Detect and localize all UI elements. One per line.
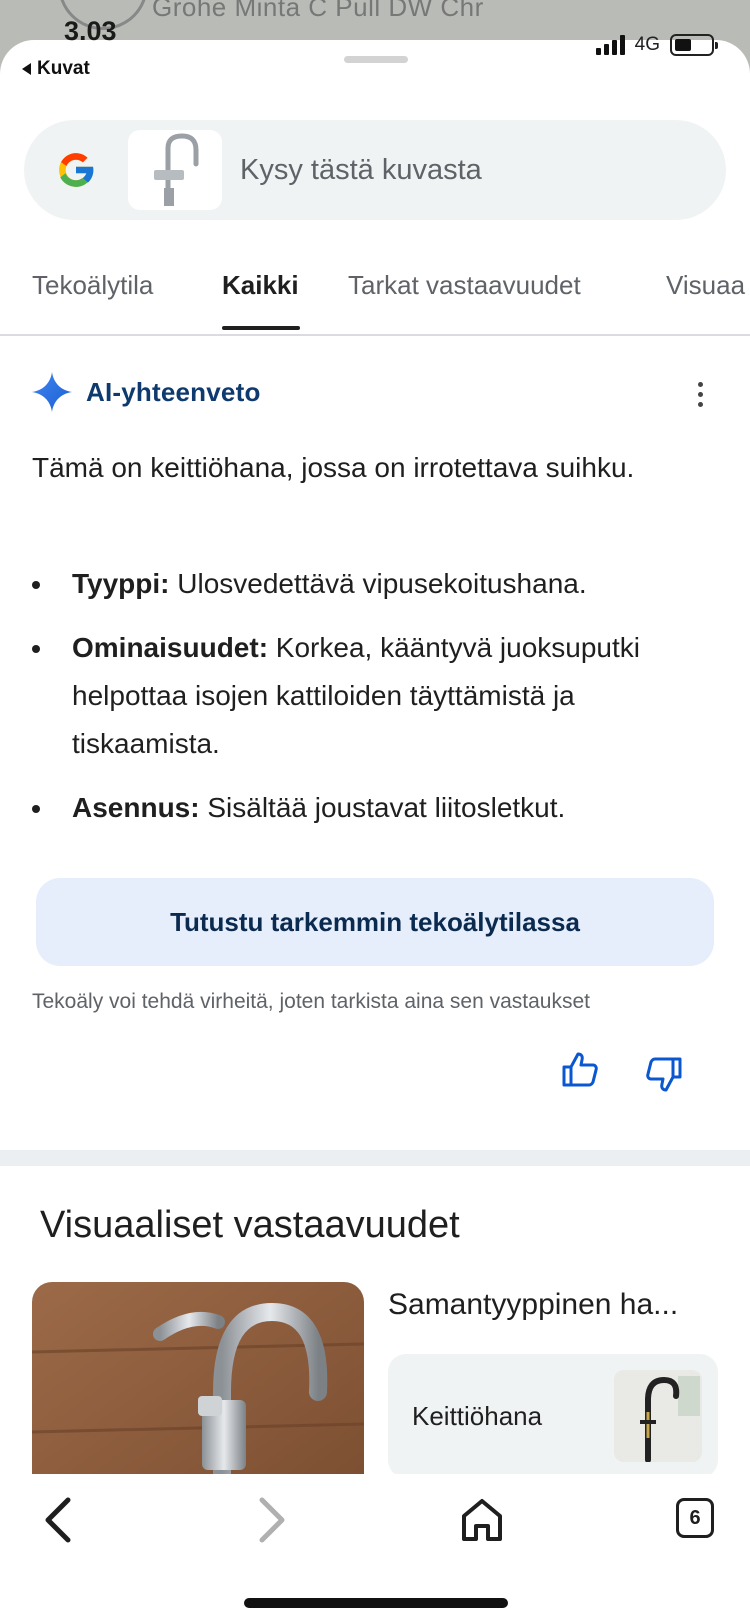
network-type: 4G — [634, 34, 660, 55]
browser-toolbar: 6 — [0, 1474, 750, 1624]
more-options-icon[interactable] — [688, 376, 712, 412]
home-indicator — [244, 1598, 508, 1608]
tab-switcher-button[interactable]: 6 — [676, 1498, 714, 1538]
back-arrow-icon[interactable] — [36, 1492, 80, 1548]
ai-overview-header: AI-yhteenveto — [32, 372, 261, 412]
list-item: Ominaisuudet: Korkea, kääntyvä juoksuput… — [32, 624, 722, 768]
back-app-label: Kuvat — [37, 58, 90, 79]
gemini-sparkle-icon — [32, 372, 72, 412]
explore-ai-mode-button[interactable]: Tutustu tarkemmin tekoälytilassa — [36, 878, 714, 966]
list-item: Asennus: Sisältää joustavat liitosletkut… — [32, 784, 722, 832]
status-time: 3.03 — [64, 16, 117, 46]
tab-visual-matches[interactable]: Visuaa — [666, 270, 745, 301]
back-triangle-icon — [22, 63, 31, 75]
similar-products-heading[interactable]: Samantyyppinen ha... — [388, 1288, 728, 1322]
bullet-label: Asennus: — [72, 792, 200, 823]
ai-overview-title: AI-yhteenveto — [86, 376, 261, 407]
ai-bullet-list: Tyyppi: Ulosvedettävä vipusekoitushana. … — [32, 560, 722, 848]
tab-ai-mode[interactable]: Tekoälytila — [32, 270, 153, 301]
search-input[interactable]: Kysy tästä kuvasta — [240, 154, 482, 187]
query-image-thumbnail[interactable] — [128, 130, 222, 210]
list-item: Tyyppi: Ulosvedettävä vipusekoitushana. — [32, 560, 722, 608]
ai-summary-text: Tämä on keittiöhana, jossa on irrotettav… — [32, 452, 635, 483]
results-tabs: Tekoälytila Kaikki Tarkat vastaavuudet V… — [0, 240, 750, 336]
similar-item-card[interactable]: Keittiöhana — [388, 1354, 718, 1478]
tab-exact-matches[interactable]: Tarkat vastaavuudet — [348, 270, 581, 301]
tab-count: 6 — [689, 1506, 701, 1529]
similar-item-thumbnail — [614, 1370, 702, 1462]
search-bar[interactable]: Kysy tästä kuvasta — [24, 120, 726, 220]
visual-matches-title: Visuaaliset vastaavuudet — [40, 1204, 460, 1246]
bullet-text: Ulosvedettävä vipusekoitushana. — [177, 568, 587, 599]
black-faucet-icon — [614, 1370, 702, 1462]
faucet-thumbnail-icon — [154, 133, 199, 206]
battery-icon — [670, 34, 718, 56]
tab-all[interactable]: Kaikki — [222, 270, 299, 301]
signal-icon — [595, 35, 625, 55]
back-to-app-link[interactable]: Kuvat — [22, 58, 90, 80]
thumbs-up-icon[interactable] — [560, 1050, 600, 1090]
thumbs-down-icon[interactable] — [644, 1054, 684, 1094]
section-divider — [0, 1150, 750, 1166]
google-logo-icon — [59, 153, 94, 187]
ai-disclaimer: Tekoäly voi tehdä virheitä, joten tarkis… — [32, 990, 590, 1013]
sheet-drag-handle[interactable] — [344, 56, 408, 63]
forward-arrow-icon[interactable] — [250, 1492, 294, 1548]
backdrop-title: Grohe Minta C Pull DW Chr — [152, 0, 484, 22]
bullet-text: Sisältää joustavat liitosletkut. — [207, 792, 566, 823]
bullet-label: Ominaisuudet: — [72, 632, 269, 663]
lens-results-sheet: Kysy tästä kuvasta Tekoälytila Kaikki Ta… — [0, 40, 750, 1624]
active-tab-indicator — [222, 326, 300, 330]
similar-item-label: Keittiöhana — [412, 1400, 543, 1431]
status-indicators: 4G — [595, 34, 718, 56]
home-icon[interactable] — [460, 1496, 504, 1544]
bullet-label: Tyyppi: — [72, 568, 170, 599]
